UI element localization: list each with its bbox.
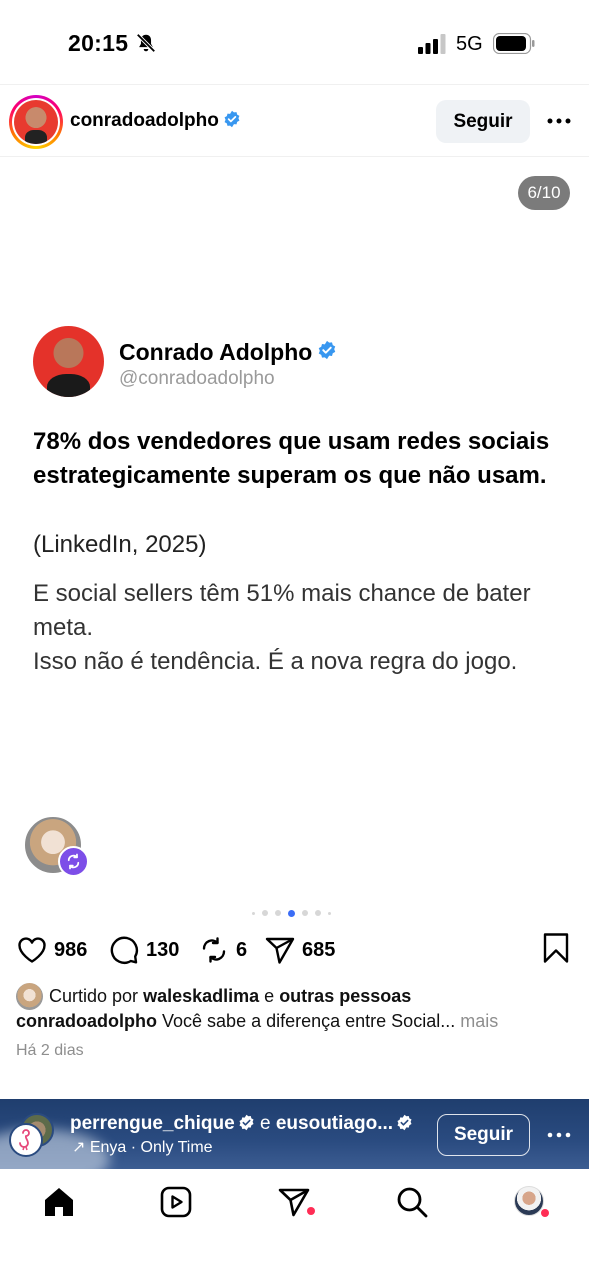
next-users-connector: e <box>260 1113 271 1134</box>
carousel-dot <box>328 911 331 915</box>
share-count: 685 <box>302 938 336 961</box>
repost-icon <box>202 937 226 963</box>
next-post-header[interactable]: perrengue_chique e eusoutiago... ↗ Enya … <box>0 1099 589 1169</box>
card-source: (LinkedIn, 2025) <box>33 531 207 558</box>
card-author-name: Conrado Adolpho <box>119 339 337 366</box>
verified-icon <box>239 1114 254 1131</box>
comment-action[interactable]: 130 <box>108 930 179 970</box>
home-icon[interactable] <box>42 1185 76 1219</box>
liker-avatar <box>16 983 43 1010</box>
caption-text: Você sabe a diferença entre Social... <box>162 1011 456 1031</box>
next-post-follow-button[interactable]: Seguir <box>437 1114 530 1156</box>
more-options-icon[interactable] <box>547 1127 571 1143</box>
author-username-text: conradoadolpho <box>70 110 219 131</box>
direct-notification-dot <box>307 1207 315 1215</box>
battery-icon <box>493 33 535 54</box>
repost-action[interactable]: 6 <box>198 930 247 970</box>
card-author-avatar <box>33 326 104 397</box>
carousel-dot <box>262 910 268 916</box>
post-actions: 986 130 6 685 <box>0 930 589 970</box>
status-time: 20:15 <box>68 30 129 56</box>
liked-by-user[interactable]: waleskadlima <box>143 986 259 1007</box>
like-count: 986 <box>54 938 88 961</box>
verified-icon <box>397 1114 412 1131</box>
search-icon[interactable] <box>395 1185 429 1219</box>
liked-by-connector: e <box>264 986 275 1006</box>
carousel-dot <box>315 910 321 916</box>
network-label: 5G <box>456 33 483 55</box>
liked-by[interactable]: Curtido por waleskadlima e outras pessoa… <box>16 983 411 1010</box>
flamingo-icon <box>19 1129 30 1151</box>
share-action[interactable]: 685 <box>264 930 335 970</box>
post-timestamp: Há 2 dias <box>16 1042 84 1059</box>
card-headline: 78% dos vendedores que usam redes sociai… <box>33 428 550 489</box>
card-verified-icon <box>319 340 336 360</box>
profile-tab-avatar[interactable] <box>514 1186 544 1216</box>
status-bar: 20:15 5G <box>0 0 589 84</box>
card-author-handle: @conradoadolpho <box>119 368 275 389</box>
caption-more-link[interactable]: mais <box>460 1011 498 1031</box>
comment-icon <box>110 936 139 964</box>
caption-username[interactable]: conradoadolpho <box>16 1011 157 1031</box>
liked-by-prefix: Curtido por <box>49 986 139 1006</box>
follow-button[interactable]: Seguir <box>436 100 530 143</box>
next-post-coauthor-avatar[interactable] <box>9 1123 43 1157</box>
next-user-1[interactable]: perrengue_chique <box>70 1113 235 1134</box>
music-label: Enya · Only Time <box>89 1139 213 1156</box>
reels-icon[interactable] <box>159 1185 193 1219</box>
verified-icon <box>224 110 240 128</box>
profile-notification-dot <box>541 1209 549 1217</box>
arrow-up-right-icon: ↗ <box>72 1139 86 1156</box>
author-avatar[interactable] <box>9 95 63 149</box>
card-author-name-text: Conrado Adolpho <box>119 339 313 365</box>
comment-count: 130 <box>146 938 180 961</box>
signal-icon <box>418 34 446 54</box>
repost-badge-icon <box>58 846 89 877</box>
heart-icon <box>18 937 46 963</box>
next-user-2[interactable]: eusoutiago... <box>276 1113 393 1134</box>
next-post-music[interactable]: ↗ Enya · Only Time <box>72 1137 213 1157</box>
carousel-dot <box>252 911 255 915</box>
tab-bar <box>0 1169 589 1280</box>
slide-counter: 6/10 <box>518 176 570 210</box>
author-username[interactable]: conradoadolpho <box>70 110 241 132</box>
like-action[interactable]: 986 <box>16 930 87 970</box>
bell-muted-icon <box>136 33 156 53</box>
carousel-dot <box>302 910 308 916</box>
carousel-dots <box>252 909 331 917</box>
post-header: conradoadolpho Seguir <box>0 84 589 157</box>
card-body-line-1: E social sellers têm 51% mais chance de … <box>33 580 531 641</box>
next-post-usernames[interactable]: perrengue_chique e eusoutiago... <box>70 1113 413 1135</box>
carousel-dot-active <box>288 909 295 917</box>
card-body-line-2: Isso não é tendência. É a nova regra do … <box>33 648 518 675</box>
card-body: E social sellers têm 51% mais chance de … <box>33 577 553 679</box>
direct-icon[interactable] <box>277 1185 311 1219</box>
repost-count: 6 <box>236 938 248 961</box>
bookmark-icon[interactable] <box>542 932 570 964</box>
send-icon <box>265 937 295 964</box>
carousel-dot <box>275 910 281 916</box>
post-caption[interactable]: conradoadolpho Você sabe a diferença ent… <box>16 1011 576 1032</box>
more-options-icon[interactable] <box>545 111 573 131</box>
liked-by-others[interactable]: outras pessoas <box>279 986 411 1007</box>
carousel-slide[interactable]: 6/10 Conrado Adolpho @conradoadolpho 78%… <box>0 157 589 927</box>
